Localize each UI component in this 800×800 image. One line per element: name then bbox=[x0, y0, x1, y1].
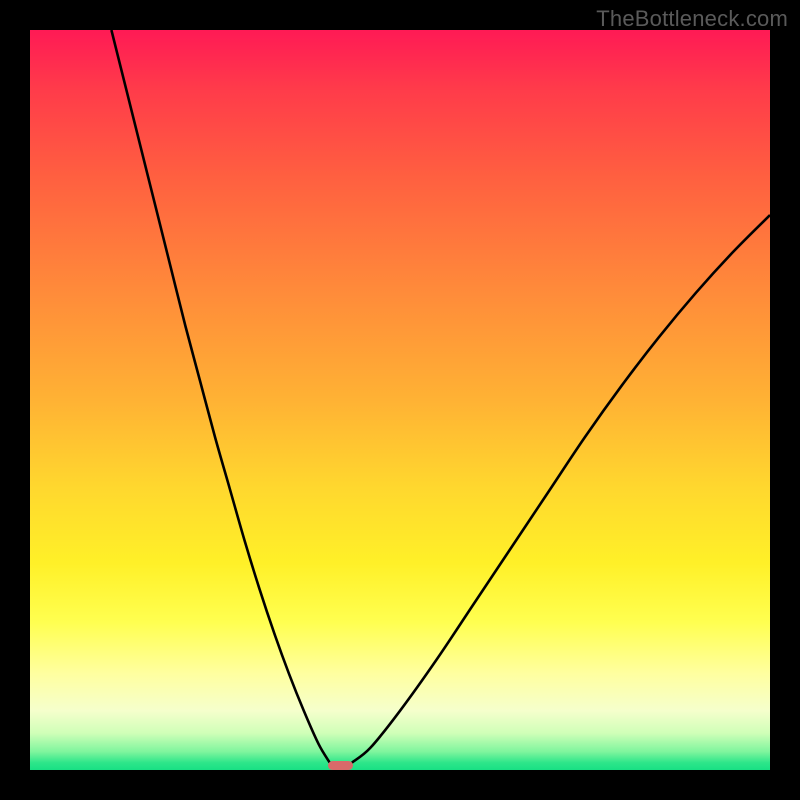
curve-layer bbox=[30, 30, 770, 770]
plot-area bbox=[30, 30, 770, 770]
right-curve bbox=[352, 215, 770, 763]
chart-frame: TheBottleneck.com bbox=[0, 0, 800, 800]
optimal-marker bbox=[328, 761, 353, 770]
attribution-label: TheBottleneck.com bbox=[596, 6, 788, 32]
left-curve bbox=[111, 30, 329, 763]
